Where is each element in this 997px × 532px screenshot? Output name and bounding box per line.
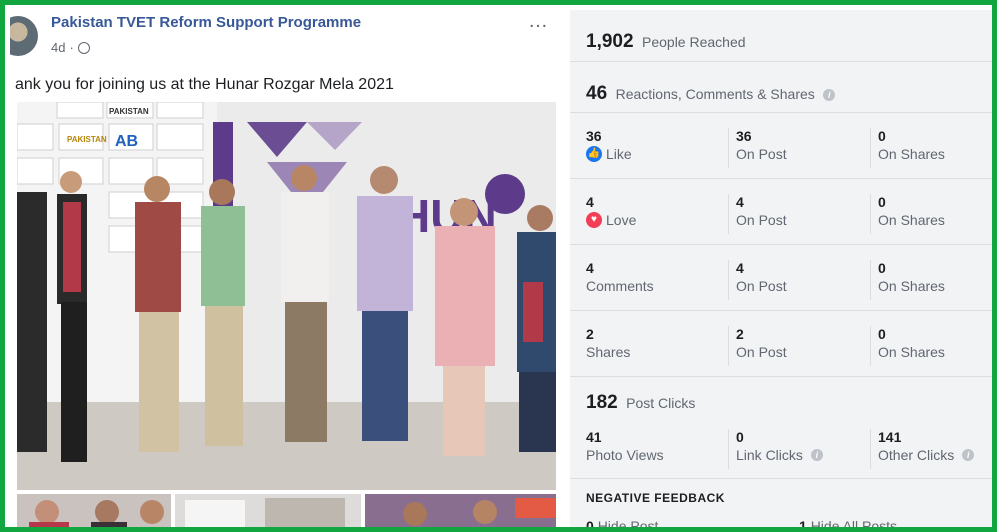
shares-on-post-label: On Post bbox=[736, 344, 787, 360]
page-avatar[interactable] bbox=[10, 16, 38, 56]
like-on-shares: 0 On Shares bbox=[870, 128, 945, 168]
love-count: 4 bbox=[586, 194, 594, 210]
reaction-row-comments: 4 Comments 4 On Post 0 On Shares bbox=[570, 245, 992, 311]
like-icon: 👍 bbox=[586, 146, 602, 162]
photo-thumbnails bbox=[17, 494, 556, 527]
post-clicks-section: 182 Post Clicks 41 Photo Views 0 Link Cl… bbox=[570, 377, 992, 479]
separator-dot: · bbox=[69, 40, 74, 55]
post-time[interactable]: 4d bbox=[51, 40, 65, 55]
shares-total: 2 Shares bbox=[586, 326, 630, 366]
thumbnail-1[interactable] bbox=[17, 494, 171, 527]
shares-on-shares-count: 0 bbox=[878, 326, 886, 342]
engagement-section: 46 Reactions, Comments & Shares i bbox=[570, 62, 992, 113]
love-label: Love bbox=[606, 212, 637, 228]
engagement-count: 46 bbox=[586, 83, 608, 104]
logo-ab: AB bbox=[115, 133, 138, 150]
like-label: Like bbox=[606, 146, 632, 162]
link-clicks: 0 Link Clicks i bbox=[728, 429, 823, 469]
love-icon: ♥ bbox=[586, 212, 602, 228]
comments-on-shares: 0 On Shares bbox=[870, 260, 945, 300]
post-insights-panel: 1,902 People Reached 46 Reactions, Comme… bbox=[570, 10, 992, 532]
hide-all-posts: 1 Hide All Posts bbox=[799, 518, 898, 532]
info-icon[interactable]: i bbox=[810, 449, 823, 461]
hide-all-posts-count: 1 bbox=[799, 518, 807, 532]
photo-views: 41 Photo Views bbox=[586, 429, 664, 469]
love-on-shares-label: On Shares bbox=[878, 212, 945, 228]
comments-on-shares-count: 0 bbox=[878, 260, 886, 276]
love-on-post: 4 On Post bbox=[728, 194, 787, 234]
comments-label: Comments bbox=[586, 278, 654, 294]
comments-total: 4 Comments bbox=[586, 260, 654, 300]
link-clicks-count: 0 bbox=[736, 429, 744, 445]
page-name-link[interactable]: Pakistan TVET Reform Support Programme bbox=[51, 14, 361, 31]
engagement-label: Reactions, Comments & Shares bbox=[615, 86, 815, 102]
comments-on-shares-label: On Shares bbox=[878, 278, 945, 294]
photo-views-count: 41 bbox=[586, 429, 602, 445]
love-on-shares: 0 On Shares bbox=[870, 194, 945, 234]
reaction-row-shares: 2 Shares 2 On Post 0 On Shares bbox=[570, 311, 992, 377]
shares-on-shares: 0 On Shares bbox=[870, 326, 945, 366]
screenshot-frame: Pakistan TVET Reform Support Programme 4… bbox=[0, 0, 997, 532]
logo-pakistan: PAKISTAN bbox=[109, 107, 149, 116]
reaction-row-love: 4 ♥ Love 4 On Post 0 On Shares bbox=[570, 179, 992, 245]
other-clicks: 141 Other Clicks i bbox=[870, 429, 975, 469]
post-clicks-count: 182 bbox=[586, 392, 618, 413]
globe-icon[interactable] bbox=[77, 41, 90, 54]
post-photo[interactable]: PAKISTAN PAKISTAN AB HUN bbox=[17, 102, 556, 490]
logo-patex: PAKISTAN bbox=[67, 135, 107, 144]
comments-count: 4 bbox=[586, 260, 594, 276]
like-on-post-label: On Post bbox=[736, 146, 787, 162]
people-reached-count: 1,902 bbox=[586, 31, 634, 52]
negative-feedback-row: 0 Hide Post 1 Hide All Posts bbox=[586, 518, 981, 532]
shares-on-shares-label: On Shares bbox=[878, 344, 945, 360]
comments-on-post-label: On Post bbox=[736, 278, 787, 294]
love-on-shares-count: 0 bbox=[878, 194, 886, 210]
post-meta: 4d · bbox=[51, 40, 90, 55]
shares-on-post-count: 2 bbox=[736, 326, 744, 342]
people-reached-label: People Reached bbox=[642, 34, 746, 50]
like-on-post-count: 36 bbox=[736, 128, 752, 144]
shares-on-post: 2 On Post bbox=[728, 326, 787, 366]
reaction-row-like: 36 👍 Like 36 On Post 0 On Shares bbox=[570, 113, 992, 179]
love-on-post-label: On Post bbox=[736, 212, 787, 228]
like-total: 36 👍 Like bbox=[586, 128, 632, 168]
negative-feedback-section: NEGATIVE FEEDBACK 0 Hide Post 1 Hide All… bbox=[570, 479, 992, 532]
like-on-post: 36 On Post bbox=[728, 128, 787, 168]
hide-post-count: 0 bbox=[586, 518, 594, 532]
negative-feedback-title: NEGATIVE FEEDBACK bbox=[586, 491, 725, 505]
other-clicks-label: Other Clicks bbox=[878, 447, 955, 463]
love-total: 4 ♥ Love bbox=[586, 194, 636, 234]
more-options-icon[interactable]: … bbox=[528, 10, 549, 33]
thumbnail-2[interactable] bbox=[175, 494, 361, 527]
link-clicks-label: Link Clicks bbox=[736, 447, 803, 463]
info-icon[interactable]: i bbox=[823, 88, 836, 101]
reach-section: 1,902 People Reached bbox=[570, 10, 992, 62]
thumbnail-3[interactable] bbox=[365, 494, 556, 527]
post-clicks-label: Post Clicks bbox=[626, 395, 696, 411]
like-count: 36 bbox=[586, 128, 602, 144]
like-on-shares-label: On Shares bbox=[878, 146, 945, 162]
info-icon[interactable]: i bbox=[962, 449, 975, 461]
post-card: Pakistan TVET Reform Support Programme 4… bbox=[10, 10, 556, 527]
hide-post: 0 Hide Post bbox=[586, 518, 799, 532]
shares-count: 2 bbox=[586, 326, 594, 342]
comments-on-post-count: 4 bbox=[736, 260, 744, 276]
shares-label: Shares bbox=[586, 344, 631, 360]
hide-all-posts-label: Hide All Posts bbox=[810, 518, 898, 532]
comments-on-post: 4 On Post bbox=[728, 260, 787, 300]
hide-post-label: Hide Post bbox=[597, 518, 659, 532]
post-caption: ank you for joining us at the Hunar Rozg… bbox=[15, 76, 394, 93]
love-on-post-count: 4 bbox=[736, 194, 744, 210]
other-clicks-count: 141 bbox=[878, 429, 902, 445]
photo-views-label: Photo Views bbox=[586, 447, 664, 463]
like-on-shares-count: 0 bbox=[878, 128, 886, 144]
